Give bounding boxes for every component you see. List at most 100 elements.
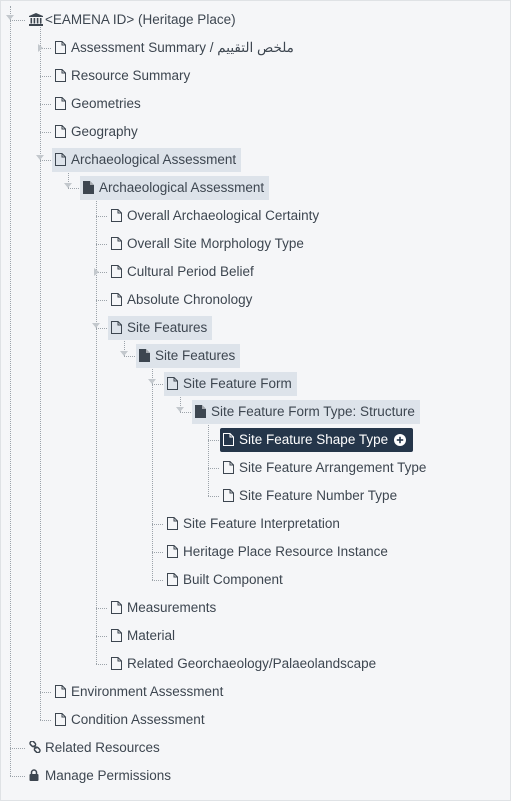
tree-node-related-georchaeology-palaeolandscape[interactable]: Related Georchaeology/Palaeolandscape	[108, 652, 381, 676]
file-outline-icon	[55, 92, 69, 116]
tree-node-label: Assessment Summary / ملخص التقييم	[71, 40, 294, 55]
tree-connector-horizontal	[96, 328, 107, 329]
tree-node-related-resources[interactable]: Related Resources	[26, 736, 165, 760]
tree-node-site-feature-form-type-structure[interactable]: Site Feature Form Type: Structure	[192, 400, 420, 424]
expand-caret[interactable]	[6, 15, 14, 20]
collapse-caret[interactable]	[94, 268, 99, 276]
expand-caret[interactable]	[36, 155, 44, 160]
plus-circle-icon[interactable]	[394, 428, 407, 446]
tree-node-label: <EAMENA ID> (Heritage Place)	[45, 12, 236, 27]
tree-node-absolute-chronology[interactable]: Absolute Chronology	[108, 288, 257, 312]
tree-node-label: Material	[127, 628, 176, 643]
tree-node-label: Heritage Place Resource Instance	[183, 544, 388, 559]
file-outline-icon	[111, 596, 125, 620]
tree-connector-horizontal	[96, 300, 107, 301]
tree-connector-horizontal	[40, 160, 51, 161]
tree-node-site-feature-interpretation[interactable]: Site Feature Interpretation	[164, 512, 345, 536]
file-solid-icon	[83, 176, 97, 200]
tree-node-eamena-id-heritage-place[interactable]: <EAMENA ID> (Heritage Place)	[26, 8, 241, 32]
tree-connector-vertical	[208, 412, 209, 496]
tree-node-environment-assessment[interactable]: Environment Assessment	[52, 680, 228, 704]
tree-node-overall-archaeological-certainty[interactable]: Overall Archaeological Certainty	[108, 204, 324, 228]
tree-node-label: Condition Assessment	[71, 712, 205, 727]
tree-node-cultural-period-belief[interactable]: Cultural Period Belief	[108, 260, 259, 284]
tree-node-measurements[interactable]: Measurements	[108, 596, 221, 620]
tree-node-label: Site Feature Number Type	[239, 488, 398, 503]
tree-node-label: Resource Summary	[71, 68, 191, 83]
file-outline-icon	[111, 316, 125, 340]
tree-connector-horizontal	[208, 496, 219, 497]
tree-node-geography[interactable]: Geography	[52, 120, 143, 144]
tree-node-label: Site Feature Shape Type	[239, 432, 389, 447]
file-outline-icon	[223, 428, 237, 452]
tree-node-archaeological-assessment[interactable]: Archaeological Assessment	[80, 176, 270, 200]
file-outline-icon	[167, 568, 181, 592]
tree-connector-horizontal	[208, 440, 219, 441]
tree-connector-horizontal	[96, 216, 107, 217]
tree-node-site-feature-number-type[interactable]: Site Feature Number Type	[220, 484, 402, 508]
tree-connector-horizontal	[96, 636, 107, 637]
tree-connector-horizontal	[40, 692, 51, 693]
file-outline-icon	[55, 708, 69, 732]
tree-connector-horizontal	[10, 776, 25, 777]
tree-connector-horizontal	[152, 384, 163, 385]
tree-node-label: Site Feature Form	[183, 376, 292, 391]
tree-node-condition-assessment[interactable]: Condition Assessment	[52, 708, 210, 732]
tree-node-label: Site Feature Interpretation	[183, 516, 340, 531]
file-solid-icon	[195, 400, 209, 424]
tree-node-site-features[interactable]: Site Features	[136, 344, 241, 368]
file-outline-icon	[111, 288, 125, 312]
tree-connector-horizontal	[180, 412, 191, 413]
file-outline-icon	[223, 456, 237, 480]
tree-node-site-feature-form[interactable]: Site Feature Form	[164, 372, 297, 396]
collapse-caret[interactable]	[38, 44, 43, 52]
institution-icon	[29, 8, 43, 32]
resource-tree: <EAMENA ID> (Heritage Place) Assessment S…	[0, 0, 511, 801]
tree-connector-vertical	[152, 356, 153, 580]
tree-node-label: Related Resources	[45, 740, 160, 755]
expand-caret[interactable]	[148, 379, 156, 384]
tree-node-site-features[interactable]: Site Features	[108, 316, 213, 340]
tree-node-site-feature-arrangement-type[interactable]: Site Feature Arrangement Type	[220, 456, 431, 480]
lock-icon	[29, 764, 43, 788]
file-outline-icon	[111, 652, 125, 676]
tree-node-geometries[interactable]: Geometries	[52, 92, 146, 116]
expand-caret[interactable]	[64, 183, 72, 188]
tree-node-archaeological-assessment[interactable]: Archaeological Assessment	[52, 148, 242, 172]
tree-node-built-component[interactable]: Built Component	[164, 568, 288, 592]
tree-node-manage-permissions[interactable]: Manage Permissions	[26, 764, 176, 788]
tree-connector-horizontal	[40, 132, 51, 133]
tree-connector-horizontal	[40, 104, 51, 105]
tree-node-overall-site-morphology-type[interactable]: Overall Site Morphology Type	[108, 232, 309, 256]
tree-node-site-feature-shape-type[interactable]: Site Feature Shape Type	[220, 428, 414, 452]
tree-node-label: Built Component	[183, 572, 283, 587]
tree-connector-horizontal	[152, 552, 163, 553]
tree-node-label: Archaeological Assessment	[71, 152, 237, 167]
file-outline-icon	[167, 512, 181, 536]
expand-caret[interactable]	[120, 351, 128, 356]
tree-node-material[interactable]: Material	[108, 624, 180, 648]
file-outline-icon	[55, 64, 69, 88]
file-outline-icon	[167, 540, 181, 564]
file-solid-icon	[139, 344, 153, 368]
expand-caret[interactable]	[176, 407, 184, 412]
tree-node-label: Absolute Chronology	[127, 292, 253, 307]
tree-connector-horizontal	[40, 76, 51, 77]
file-outline-icon	[111, 204, 125, 228]
tree-node-assessment-summary[interactable]: Assessment Summary / ملخص التقييم	[52, 36, 299, 60]
tree-connector-horizontal	[10, 748, 25, 749]
file-outline-icon	[111, 624, 125, 648]
tree-connector-horizontal	[152, 524, 163, 525]
tree-node-label: Environment Assessment	[71, 684, 224, 699]
tree-connector-horizontal	[10, 20, 25, 21]
tree-node-label: Site Features	[127, 320, 208, 335]
tree-node-label: Site Features	[155, 348, 236, 363]
expand-caret[interactable]	[92, 323, 100, 328]
tree-node-resource-summary[interactable]: Resource Summary	[52, 64, 195, 88]
tree-connector-vertical	[40, 20, 41, 720]
tree-connector-vertical	[10, 6, 11, 776]
tree-connector-horizontal	[96, 244, 107, 245]
tree-node-heritage-place-resource-instance[interactable]: Heritage Place Resource Instance	[164, 540, 393, 564]
tree-node-label: Site Feature Arrangement Type	[239, 460, 427, 475]
tree-node-label: Cultural Period Belief	[127, 264, 254, 279]
